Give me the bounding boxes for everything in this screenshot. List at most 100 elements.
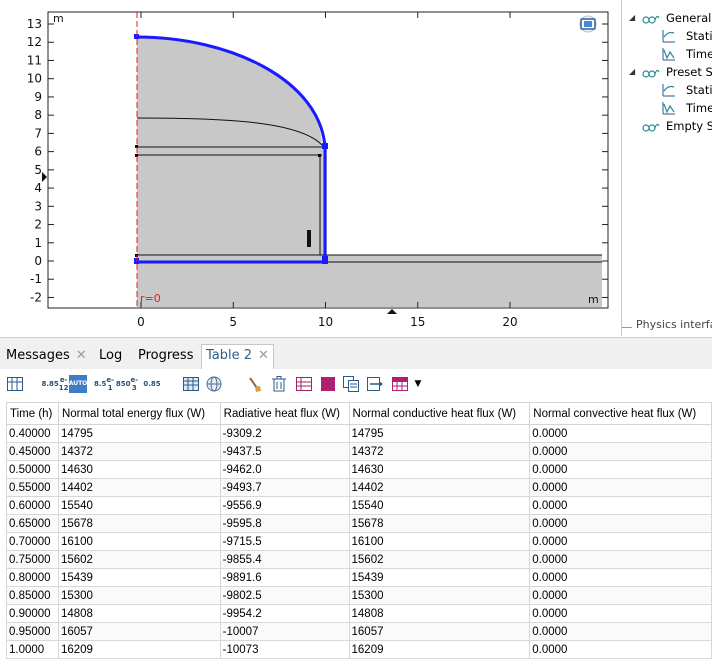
column-header-conductive-heat-flux[interactable]: Normal conductive heat flux (W) xyxy=(348,402,531,425)
tab-table-2-label: Table 2 xyxy=(206,348,253,363)
table-cell: 0.0000 xyxy=(529,442,712,461)
table-row[interactable]: 0.70000 16100 -9715.5 16100 0.0000 xyxy=(6,532,712,551)
tab-messages-label: Messages xyxy=(6,348,70,363)
tab-messages[interactable]: Messages ✕ xyxy=(2,345,91,369)
column-header-convective-heat-flux[interactable]: Normal convective heat flux (W) xyxy=(529,402,712,425)
table-cell: 0.85000 xyxy=(6,586,59,605)
model-tree-panel[interactable]: ◢ General S Statio Time ◢ Preset Stu Statio Tim… xyxy=(621,0,712,336)
tree-item-label: Time xyxy=(686,47,712,61)
column-header-radiative-heat-flux[interactable]: Radiative heat flux (W) xyxy=(219,402,350,425)
table-cell: 0.75000 xyxy=(6,550,59,569)
table-cell: -9437.5 xyxy=(219,442,350,461)
column-header-total-energy-flux[interactable]: Normal total energy flux (W) xyxy=(57,402,221,425)
table-row[interactable]: 0.95000 16057 -10007 16057 0.0000 xyxy=(6,622,712,641)
view-triangle-left-icon[interactable] xyxy=(42,172,47,182)
table-cell: -9556.9 xyxy=(219,496,350,515)
x-tick-label: 10 xyxy=(318,315,333,329)
table-cell: 0.90000 xyxy=(6,604,59,623)
scientific-notation-icon[interactable]: 8.5 e-1 xyxy=(94,374,114,394)
y-tick-label: 2 xyxy=(34,218,42,232)
table-cell: 0.0000 xyxy=(529,532,712,551)
delete-icon[interactable] xyxy=(270,374,288,394)
table-row[interactable]: 0.55000 14402 -9493.7 14402 0.0000 xyxy=(6,478,712,497)
table-cell: 15540 xyxy=(57,496,221,515)
table-cell: 14372 xyxy=(348,442,531,461)
table-cell: 0.50000 xyxy=(6,460,59,479)
tab-table-2[interactable]: Table 2 ✕ xyxy=(201,344,274,370)
table-cell: 15678 xyxy=(348,514,531,533)
export-icon[interactable] xyxy=(366,374,384,394)
graphics-window[interactable]: 13 12 11 10 9 8 7 6 5 4 3 2 1 0 -1 -2 0 5 10 15 20 m m r=0 xyxy=(0,0,620,336)
decimal-notation-icon[interactable]: 0.85 xyxy=(142,374,162,394)
table-row[interactable]: 0.90000 14808 -9954.2 14808 0.0000 xyxy=(6,604,712,623)
vertex-point[interactable] xyxy=(322,256,328,264)
table-surface-icon[interactable] xyxy=(319,374,337,394)
table-cell: 0.95000 xyxy=(6,622,59,641)
chevron-down-icon[interactable]: ▼ xyxy=(412,374,424,394)
table-cell: 0.65000 xyxy=(6,514,59,533)
column-header-time[interactable]: Time (h) xyxy=(6,402,59,425)
table-row[interactable]: 0.45000 14372 -9437.5 14372 0.0000 xyxy=(6,442,712,461)
table-row[interactable]: 0.60000 15540 -9556.9 15540 0.0000 xyxy=(6,496,712,515)
x-tick-label: 0 xyxy=(137,315,145,329)
vertex-point[interactable] xyxy=(322,143,328,149)
table-graph-icon[interactable] xyxy=(295,374,313,394)
table-cell: 0.0000 xyxy=(529,550,712,569)
y-tick-label: 1 xyxy=(34,236,42,250)
full-precision-icon[interactable] xyxy=(182,374,200,394)
physics-interfaces-divider: Physics interfa xyxy=(622,318,712,336)
tab-progress[interactable]: Progress xyxy=(134,345,197,369)
close-icon[interactable]: ✕ xyxy=(258,348,269,363)
expand-triangle-icon[interactable]: ◢ xyxy=(629,63,635,81)
geometry-plot[interactable]: 131211109876543210-1-2 0 5 10 15 20 m m r=0 xyxy=(0,0,620,336)
table-cell: 14795 xyxy=(57,424,221,443)
table-row[interactable]: 0.50000 14630 -9462.0 14630 0.0000 xyxy=(6,460,712,479)
y-tick-label: 3 xyxy=(34,199,42,213)
clear-brush-icon[interactable] xyxy=(245,374,263,394)
y-tick-label: 7 xyxy=(34,126,42,140)
table-cell: 14808 xyxy=(57,604,221,623)
close-icon[interactable]: ✕ xyxy=(76,348,87,363)
engineering-notation-icon[interactable]: 850 e-3 xyxy=(116,374,138,394)
precision-engineering-icon[interactable]: 8.85 e-12 xyxy=(41,374,68,394)
tree-item-label: Statio xyxy=(686,83,712,97)
table-cell: 0.0000 xyxy=(529,478,712,497)
vertex-point xyxy=(318,154,321,157)
table-cell: -9715.5 xyxy=(219,532,350,551)
table-cell: 0.0000 xyxy=(529,640,712,659)
expand-triangle-icon[interactable]: ◢ xyxy=(629,9,635,27)
table-settings-icon[interactable] xyxy=(6,374,24,394)
table-cell: 15678 xyxy=(57,514,221,533)
tree-item-label: Empty St xyxy=(666,119,712,133)
coordinate-system-icon[interactable] xyxy=(579,15,597,33)
table-row[interactable]: 0.75000 15602 -9855.4 15602 0.0000 xyxy=(6,550,712,569)
y-tick-label: 10 xyxy=(27,72,42,86)
table-row[interactable]: 0.65000 15678 -9595.8 15678 0.0000 xyxy=(6,514,712,533)
table-row[interactable]: 1.0000 16209 -10073 16209 0.0000 xyxy=(6,640,712,659)
table-cell: 0.0000 xyxy=(529,568,712,587)
table-row[interactable]: 0.40000 14795 -9309.2 14795 0.0000 xyxy=(6,424,712,443)
tab-log[interactable]: Log xyxy=(95,345,126,369)
globe-icon[interactable] xyxy=(205,374,223,394)
table-row[interactable]: 0.80000 15439 -9891.6 15439 0.0000 xyxy=(6,568,712,587)
stationary-solver-icon xyxy=(662,29,678,43)
results-table-container[interactable]: Time (h) Normal total energy flux (W) Ra… xyxy=(6,402,712,672)
stationary-solver-icon xyxy=(662,83,678,97)
automatic-notation-icon[interactable]: AUTO xyxy=(69,375,87,393)
table-cell: -10007 xyxy=(219,622,350,641)
time-dependent-icon xyxy=(662,101,678,115)
x-tick-label: 5 xyxy=(229,315,237,329)
study-icon xyxy=(642,65,660,79)
table-cell: 14808 xyxy=(348,604,531,623)
view-triangle-bottom-icon[interactable] xyxy=(387,309,397,314)
y-tick-label: 0 xyxy=(34,254,42,268)
x-tick-label: 15 xyxy=(410,315,425,329)
small-object[interactable] xyxy=(307,230,311,247)
table-cell: -9462.0 xyxy=(219,460,350,479)
plot-table-icon[interactable] xyxy=(391,374,409,394)
copy-table-icon[interactable] xyxy=(342,374,360,394)
table-row[interactable]: 0.85000 15300 -9802.5 15300 0.0000 xyxy=(6,586,712,605)
table-cell: 14402 xyxy=(57,478,221,497)
tab-bar: Messages ✕ Log Progress Table 2 ✕ xyxy=(0,337,712,370)
y-tick-label: 13 xyxy=(27,17,42,31)
